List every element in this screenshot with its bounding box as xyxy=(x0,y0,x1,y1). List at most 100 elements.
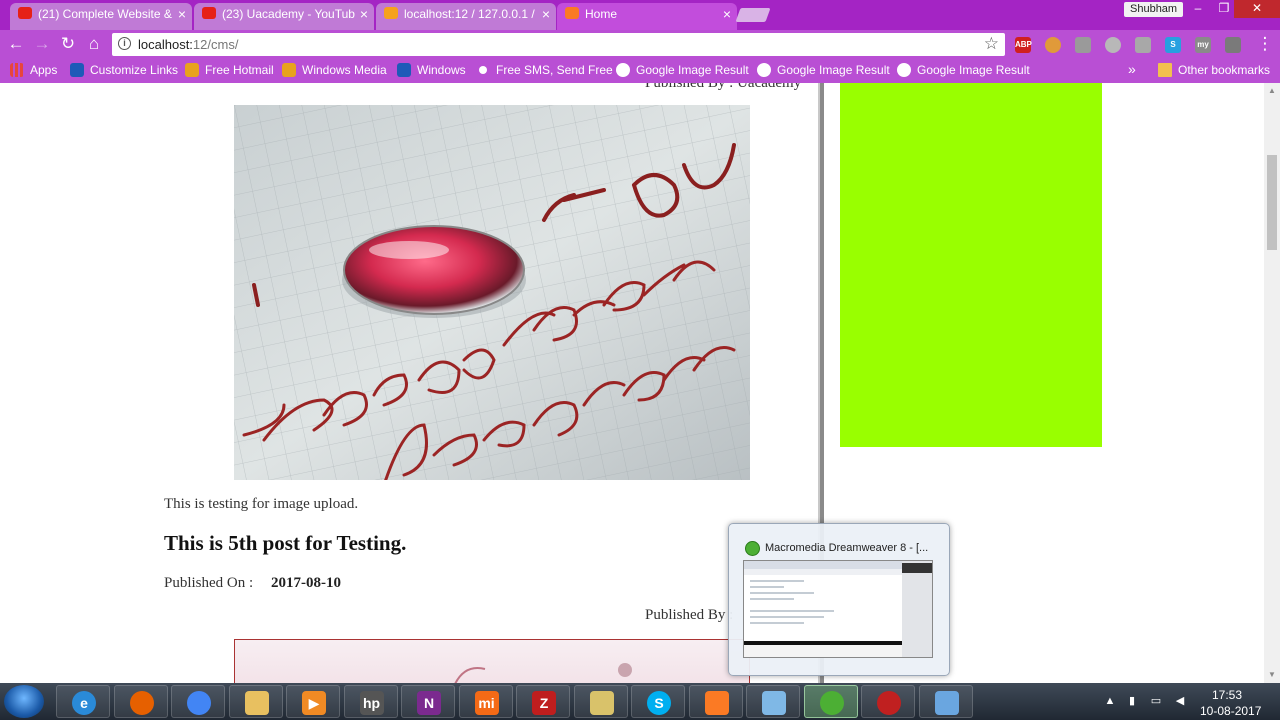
taskbar-button[interactable]: hp xyxy=(343,685,398,718)
clock-time[interactable]: 17:53 xyxy=(1212,688,1242,702)
bookmarks-overflow-button[interactable]: » xyxy=(1128,61,1136,77)
taskbar-button[interactable] xyxy=(688,685,743,718)
taskbar-button[interactable]: S xyxy=(631,685,685,718)
taskbar-button[interactable] xyxy=(573,685,628,718)
close-window-button[interactable]: ✕ xyxy=(1234,0,1280,18)
bookmark-item[interactable]: Google Image Result xyxy=(616,63,749,77)
published-by-previous: Published By : Uacademy xyxy=(645,83,802,91)
windows-taskbar: e ▶ hp Nmi Z S ▲ ▮ ▭ ◀ 17:53 10-08-2017 xyxy=(0,683,1280,720)
bookmark-item[interactable]: Windows Media xyxy=(282,63,387,77)
page-scrollbar[interactable]: ▲ ▼ xyxy=(1264,83,1280,683)
bookmark-item[interactable]: Free SMS, Send Free xyxy=(476,63,613,77)
page-viewport: Published By : Uacademy This is testing … xyxy=(0,83,1280,683)
dreamweaver-icon xyxy=(745,541,760,556)
start-button[interactable] xyxy=(4,685,44,718)
love-drop-image xyxy=(234,105,750,480)
extension-icon[interactable] xyxy=(1075,37,1091,53)
clock-date[interactable]: 10-08-2017 xyxy=(1200,704,1261,718)
tab-close-icon[interactable]: × xyxy=(542,3,550,25)
folder-icon xyxy=(589,691,614,715)
new-tab-button[interactable] xyxy=(735,8,771,22)
taskbar-window-preview[interactable]: Macromedia Dreamweaver 8 - [... xyxy=(728,523,950,676)
tab-title: localhost:12 / 127.0.0.1 / xyxy=(404,7,535,21)
address-bar[interactable]: i localhost:12/cms/ ☆ xyxy=(112,33,1005,56)
dreamweaver-thumbnail xyxy=(744,561,932,657)
taskbar-button[interactable] xyxy=(228,685,283,718)
post-title[interactable]: This is 5th post for Testing. xyxy=(164,531,406,556)
taskbar-button[interactable] xyxy=(803,685,858,718)
taskbar-button[interactable] xyxy=(746,685,800,718)
post-image xyxy=(234,105,750,480)
folder-icon xyxy=(1158,63,1172,77)
scrollbar-thumb[interactable] xyxy=(1267,155,1277,250)
bookmark-item[interactable]: Windows xyxy=(397,63,466,77)
file-explorer-icon xyxy=(244,691,269,715)
tab-title: Home xyxy=(585,7,618,21)
taskbar-button[interactable] xyxy=(861,685,915,718)
taskbar-button[interactable]: mi xyxy=(458,685,513,718)
tab-close-icon[interactable]: × xyxy=(178,3,186,25)
filezilla-icon: Z xyxy=(532,691,556,715)
other-bookmarks[interactable]: Other bookmarks xyxy=(1158,63,1270,77)
home-icon[interactable]: ⌂ xyxy=(84,34,104,54)
reload-icon[interactable]: ↻ xyxy=(58,34,78,54)
media-player-icon: ▶ xyxy=(302,691,326,715)
tab-close-icon[interactable]: × xyxy=(723,3,731,25)
sidebar-green-block xyxy=(840,83,1102,447)
published-on-date: 2017-08-10 xyxy=(271,575,341,591)
battery-icon[interactable]: ▮ xyxy=(1126,695,1138,707)
cloud-icon[interactable] xyxy=(1105,37,1121,53)
post-image xyxy=(234,639,750,683)
google-icon xyxy=(897,63,911,77)
post-image-partial xyxy=(454,663,632,683)
extension-icon[interactable] xyxy=(1135,37,1151,53)
taskbar-button[interactable]: Z xyxy=(516,685,570,718)
extension-icon[interactable] xyxy=(1225,37,1241,53)
menu-icon[interactable]: ⋮ xyxy=(1255,34,1275,54)
back-arrow-icon[interactable]: ← xyxy=(6,34,26,54)
taskbar-button[interactable] xyxy=(113,685,168,718)
chat-bubble-icon xyxy=(479,66,487,74)
adblock-icon[interactable]: ABP xyxy=(1015,37,1032,53)
url-text: localhost:12/cms/ xyxy=(138,37,239,52)
taskbar-button[interactable]: N xyxy=(401,685,455,718)
taskbar-button[interactable]: e xyxy=(56,685,110,718)
xampp-icon xyxy=(565,7,579,19)
tab-home[interactable]: Home × xyxy=(557,3,737,30)
info-icon[interactable]: i xyxy=(118,37,131,50)
cms-home-page: Published By : Uacademy This is testing … xyxy=(0,83,1264,683)
network-icon[interactable]: ▭ xyxy=(1150,695,1162,707)
taskbar-button[interactable] xyxy=(171,685,225,718)
my-icon[interactable]: my xyxy=(1195,37,1211,53)
taskbar-button[interactable] xyxy=(918,685,973,718)
show-hidden-icons[interactable]: ▲ xyxy=(1104,695,1116,707)
windows-icon xyxy=(185,63,199,77)
bookmark-item[interactable]: Google Image Result xyxy=(757,63,890,77)
skype-icon[interactable]: S xyxy=(1165,37,1181,53)
scroll-up-icon[interactable]: ▲ xyxy=(1267,86,1277,96)
tab-phpmyadmin[interactable]: localhost:12 / 127.0.0.1 / × xyxy=(376,3,556,30)
taskbar-button[interactable]: ▶ xyxy=(286,685,340,718)
hp-icon: hp xyxy=(359,691,384,715)
volume-icon[interactable]: ◀ xyxy=(1174,695,1186,707)
bookmark-star-icon[interactable]: ☆ xyxy=(984,34,999,54)
chrome-icon xyxy=(187,691,211,715)
scroll-down-icon[interactable]: ▼ xyxy=(1267,670,1277,680)
youtube-icon xyxy=(202,7,216,19)
google-icon xyxy=(616,63,630,77)
bookmark-item[interactable]: Free Hotmail xyxy=(185,63,274,77)
tab-complete-website[interactable]: (21) Complete Website & × xyxy=(10,3,192,30)
msn-icon xyxy=(397,63,411,77)
minimize-button[interactable]: – xyxy=(1184,0,1212,18)
tab-close-icon[interactable]: × xyxy=(360,3,368,25)
preview-thumbnail[interactable] xyxy=(743,560,933,658)
extension-icon[interactable] xyxy=(1045,37,1061,53)
bookmark-apps[interactable]: Apps xyxy=(10,63,57,77)
phpmyadmin-icon xyxy=(384,7,398,19)
bookmark-item[interactable]: Customize Links xyxy=(70,63,178,77)
user-profile-button[interactable]: Shubham xyxy=(1124,2,1184,17)
bookmark-item[interactable]: Google Image Result xyxy=(897,63,1030,77)
xampp-icon xyxy=(704,691,729,715)
tab-uacademy-youtube[interactable]: (23) Uacademy - YouTub × xyxy=(194,3,374,30)
forward-arrow-icon[interactable]: → xyxy=(32,34,52,54)
